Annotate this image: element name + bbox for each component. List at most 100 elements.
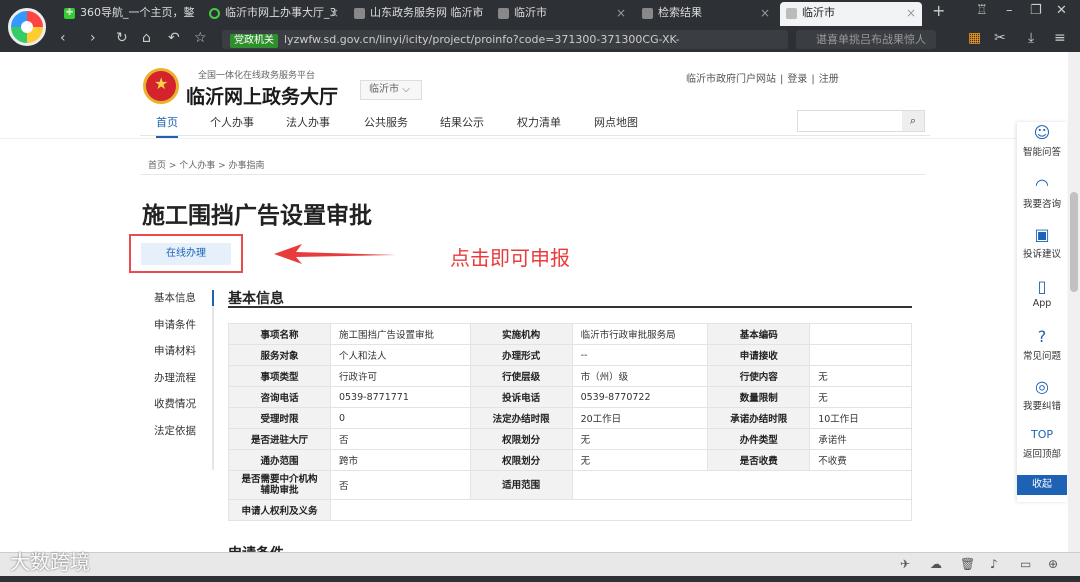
table-key-cell: 是否需要中介机构辅助审批 [228,470,331,500]
rocket-icon[interactable]: ✈ [900,557,910,571]
side-nav: 基本信息 申请条件 申请材料 办理流程 收费情况 法定依据 [154,290,216,449]
float-item-question[interactable]: ? 常见问题 [1017,327,1067,363]
tab-title: 检索结果 [658,6,702,19]
undo-icon[interactable]: ↶ [168,30,180,46]
close-window-icon[interactable]: ✕ [1056,3,1067,18]
float-item-phone[interactable]: ▯ App [1017,278,1067,310]
tab-title: 360导航_一个主页，整 [80,6,195,19]
zoom-icon[interactable]: ⊕ [1048,557,1058,571]
page-icon [498,8,509,19]
search-icon[interactable]: ⌕ [902,111,924,131]
address-bar[interactable]: 党政机关 lyzwfw.sd.gov.cn/linyi/icity/project… [222,30,788,49]
tab-linyi-hall[interactable]: 临沂市网上办事大厅_3 × [203,2,345,26]
city-select[interactable]: 临沂市 ⌵ [360,80,422,100]
home-icon[interactable]: ⌂ [142,30,151,46]
close-icon[interactable]: × [760,2,770,24]
breadcrumb[interactable]: 首页 > 个人办事 > 办事指南 [148,158,265,171]
nav-personal[interactable]: 个人办事 [210,114,254,130]
star-icon[interactable]: ☆ [194,30,207,46]
table-row: 事项类型 行政许可 行使层级 市（州）级 行使内容无 [228,365,912,387]
login-link[interactable]: 登录 [787,74,807,85]
browser-logo-icon[interactable] [8,8,46,46]
menu-icon[interactable]: ≡ [1054,30,1066,46]
close-icon[interactable]: × [329,2,339,24]
reload-icon[interactable]: ↻ [116,30,128,46]
section-title-conditions: 申请条件 [228,543,284,552]
headset-icon: ◠ [1035,175,1049,194]
table-value-cell [329,499,913,521]
apps-icon[interactable]: ▦ [968,30,981,46]
close-icon[interactable]: × [906,2,916,24]
site-search-input[interactable]: ⌕ [797,110,925,132]
sound-icon[interactable]: ♪ [990,557,998,571]
float-item-top[interactable]: TOP 返回顶部 [1017,426,1067,460]
table-key-cell: 投诉电话 [469,386,573,408]
download-icon[interactable]: ⤓ [1028,30,1034,46]
nav-map[interactable]: 网点地图 [594,114,638,130]
float-item-error[interactable]: ◎ 我要纠错 [1017,378,1067,413]
nav-results[interactable]: 结果公示 [440,114,484,130]
gov-badge: 党政机关 [230,34,278,48]
divider [0,138,1068,139]
scrollbar-thumb[interactable] [1070,192,1078,292]
nav-home[interactable]: 首页 [156,114,178,138]
close-icon[interactable]: × [616,2,626,24]
forward-icon[interactable]: › [90,30,96,46]
message-icon: ▣ [1034,225,1050,244]
online-apply-button[interactable]: 在线办理 [141,243,231,265]
table-row: 事项名称 施工围挡广告设置审批 实施机构 临沂市行政审批服务局 基本编码 [228,323,912,345]
annotation-text: 点击即可申报 [450,246,570,270]
tab-360nav[interactable]: ✚ 360导航_一个主页，整 × [58,2,200,26]
cloud-icon[interactable]: ☁ [930,557,942,571]
shirt-icon[interactable]: ♖ [976,3,988,18]
restore-icon[interactable]: ❐ [1030,3,1042,18]
tab-search-results[interactable]: 检索结果 × [636,2,776,26]
table-key-cell: 基本编码 [707,323,811,345]
side-nav-process[interactable]: 办理流程 [154,370,216,397]
tab-title: 临沂市网上办事大厅_3 [225,6,337,19]
float-item-label: 常见问题 [1022,351,1061,362]
tab-linyi-active[interactable]: 临沂市 × [780,2,922,26]
table-value-cell [809,344,912,366]
table-key-cell: 事项名称 [228,323,331,345]
float-item-robot[interactable]: ☺ 智能问答 [1017,124,1067,159]
register-link[interactable]: 注册 [819,74,839,85]
scissors-icon[interactable]: ✂ [994,30,1006,46]
nav-corporate[interactable]: 法人办事 [286,114,330,130]
side-nav-track [212,290,214,470]
nav-power-list[interactable]: 权力清单 [517,114,561,130]
back-icon[interactable]: ‹ [60,30,66,46]
close-icon[interactable]: × [472,2,482,24]
new-tab-button[interactable]: + [932,1,945,20]
table-value-cell: 无 [571,428,709,450]
side-nav-conditions[interactable]: 申请条件 [154,317,216,344]
float-item-message[interactable]: ▣ 投诉建议 [1017,225,1067,261]
float-item-label: 返回顶部 [1022,449,1061,460]
close-icon[interactable]: × [184,2,194,24]
table-key-cell: 实施机构 [469,323,573,345]
table-key-cell: 办件类型 [707,428,811,450]
tab-shandong[interactable]: 山东政务服务网 临沂市 × [348,2,488,26]
side-nav-materials[interactable]: 申请材料 [154,343,216,370]
minimize-icon[interactable]: – [1006,3,1013,18]
top-icon: TOP [1030,428,1053,441]
table-row: 申请人权利及义务 [228,499,913,521]
table-key-cell: 通办范围 [228,449,331,471]
side-nav-legal-basis[interactable]: 法定依据 [154,423,216,450]
nav-public-service[interactable]: 公共服务 [364,114,408,130]
table-key-cell: 是否收费 [707,449,811,471]
section-title: 基本信息 [228,291,284,307]
gov-portal-link[interactable]: 临沂市政府门户网站 [686,74,776,85]
browser-search-input[interactable]: 谌喜单挑吕布战果惊人 [796,30,936,49]
collapse-button[interactable]: 收起 [1017,475,1067,495]
side-nav-fees[interactable]: 收费情况 [154,396,216,423]
annotation-arrow-icon [274,244,396,264]
side-nav-basic-info[interactable]: 基本信息 [154,290,216,317]
window-icon[interactable]: ▭ [1020,557,1031,571]
tab-linyi[interactable]: 临沂市 × [492,2,632,26]
page-scrollbar[interactable] [1068,52,1080,552]
float-item-headset[interactable]: ◠ 我要咨询 [1017,175,1067,211]
question-icon: ? [1037,327,1047,346]
table-value-cell: 不收费 [809,449,912,471]
trash-icon[interactable]: 🗑 [960,557,975,571]
